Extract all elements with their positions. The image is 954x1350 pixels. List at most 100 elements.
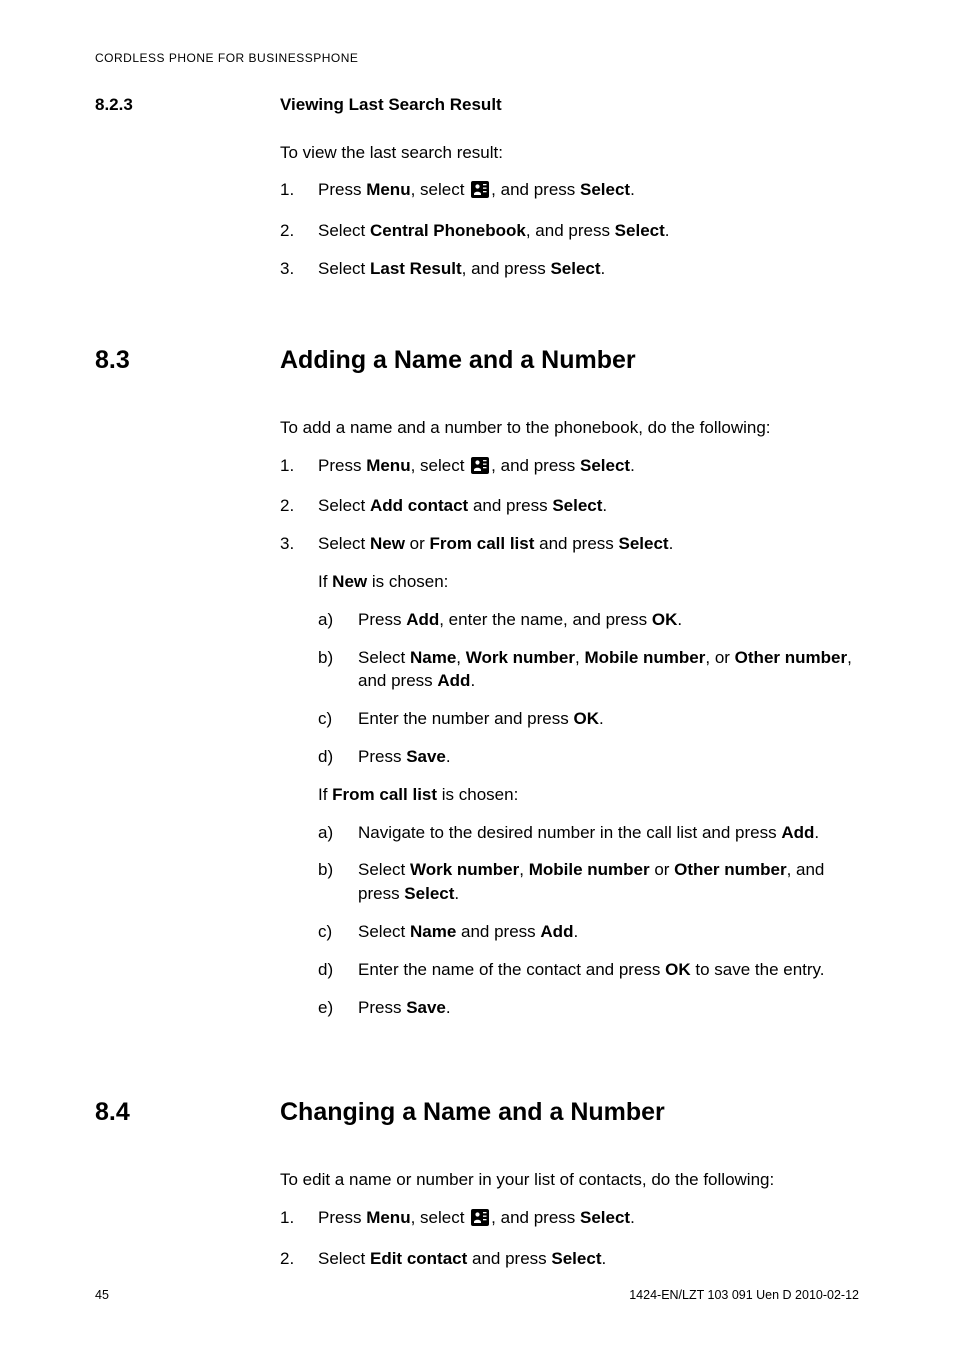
section-title: Changing a Name and a Number: [280, 1098, 665, 1126]
text-bold: Select: [580, 180, 630, 199]
list-item: 1. Press Menu, select , and press Select…: [280, 178, 859, 205]
text-bold: New: [370, 534, 405, 553]
list-marker: b): [318, 646, 358, 670]
text-fragment: , and press: [491, 456, 580, 475]
text-bold: Add contact: [370, 496, 468, 515]
list-item: 1. Press Menu, select , and press Select…: [280, 1206, 859, 1233]
text-bold: Central Phonebook: [370, 221, 526, 240]
text-bold: New: [332, 572, 367, 591]
text-bold: Edit contact: [370, 1249, 467, 1268]
text-fragment: .: [814, 823, 819, 842]
text-fragment: Select: [358, 648, 410, 667]
text-fragment: , enter the name, and press: [439, 610, 652, 629]
text-fragment: or: [650, 860, 675, 879]
text-fragment: , select: [411, 180, 470, 199]
text-bold: Select: [551, 1249, 601, 1268]
list-marker: b): [318, 858, 358, 882]
text-fragment: .: [446, 998, 451, 1017]
text-fragment: Press: [358, 610, 406, 629]
text-fragment: .: [602, 496, 607, 515]
text-fragment: .: [665, 221, 670, 240]
text-fragment: or: [405, 534, 430, 553]
list-item-body: Press Save.: [358, 745, 859, 769]
text-fragment: .: [630, 180, 635, 199]
list-item-body: Press Menu, select , and press Select.: [318, 454, 859, 481]
section-8-3-heading: 8.3 Adding a Name and a Number: [95, 343, 859, 378]
list-item-body: Navigate to the desired number in the ca…: [358, 821, 859, 845]
text-fragment: .: [630, 456, 635, 475]
text-fragment: , or: [705, 648, 734, 667]
text-fragment: Enter the number and press: [358, 709, 573, 728]
alpha-list: a) Navigate to the desired number in the…: [318, 821, 859, 1020]
text-fragment: Enter the name of the contact and press: [358, 960, 665, 979]
text-bold: Select: [619, 534, 669, 553]
text-fragment: Select: [358, 922, 410, 941]
list-marker: 1.: [280, 454, 318, 478]
list-item-body: Select Central Phonebook, and press Sele…: [318, 219, 859, 243]
list-item: a) Navigate to the desired number in the…: [318, 821, 859, 845]
list-item: b) Select Name, Work number, Mobile numb…: [318, 646, 859, 694]
list-item: c) Select Name and press Add.: [318, 920, 859, 944]
ordered-list: 1. Press Menu, select , and press Select…: [280, 178, 859, 280]
text-fragment: Select: [358, 860, 410, 879]
text-bold: Select: [580, 1208, 630, 1227]
alpha-list: a) Press Add, enter the name, and press …: [318, 608, 859, 769]
list-item-body: Press Add, enter the name, and press OK.: [358, 608, 859, 632]
list-item: c) Enter the number and press OK.: [318, 707, 859, 731]
contacts-icon: [471, 457, 489, 481]
text-fragment: ,: [519, 860, 528, 879]
contacts-icon: [471, 1209, 489, 1233]
list-item-body: Enter the name of the contact and press …: [358, 958, 859, 982]
text-fragment: Press: [358, 747, 406, 766]
text-fragment: Press: [318, 456, 366, 475]
running-header: CORDLESS PHONE FOR BUSINESSPHONE: [95, 50, 859, 67]
text-bold: Name: [410, 648, 456, 667]
text-bold: Mobile number: [529, 860, 650, 879]
text-fragment: Select: [318, 1249, 370, 1268]
section-title: Adding a Name and a Number: [280, 346, 636, 374]
intro-text: To add a name and a number to the phoneb…: [280, 416, 859, 440]
list-item: 2. Select Add contact and press Select.: [280, 494, 859, 518]
section-8-4-heading: 8.4 Changing a Name and a Number: [95, 1095, 859, 1130]
text-bold: Save: [406, 998, 446, 1017]
section-number: 8.2.3: [95, 95, 133, 114]
text-bold: OK: [665, 960, 691, 979]
list-marker: 2.: [280, 494, 318, 518]
list-item: a) Press Add, enter the name, and press …: [318, 608, 859, 632]
intro-text: To edit a name or number in your list of…: [280, 1168, 859, 1192]
list-item-body: Select Edit contact and press Select.: [318, 1247, 859, 1271]
text-bold: Menu: [366, 456, 410, 475]
text-bold: Name: [410, 922, 456, 941]
list-item: 3. Select Last Result, and press Select.: [280, 257, 859, 281]
text-fragment: and press: [467, 1249, 551, 1268]
text-fragment: and press: [534, 534, 618, 553]
text-bold: Other number: [735, 648, 847, 667]
list-item: 2. Select Edit contact and press Select.: [280, 1247, 859, 1271]
list-item: 1. Press Menu, select , and press Select…: [280, 454, 859, 481]
ordered-list: 1. Press Menu, select , and press Select…: [280, 454, 859, 1034]
list-marker: a): [318, 821, 358, 845]
text-fragment: Select: [318, 496, 370, 515]
list-marker: 3.: [280, 257, 318, 281]
section-8-2-3-heading: 8.2.3 Viewing Last Search Result: [95, 93, 859, 117]
page-footer: 45 1424-EN/LZT 103 091 Uen D 2010-02-12: [95, 1287, 859, 1305]
text-fragment: , and press: [462, 259, 551, 278]
text-fragment: .: [669, 534, 674, 553]
text-fragment: ,: [456, 648, 465, 667]
text-fragment: Select: [318, 534, 370, 553]
list-marker: 2.: [280, 1247, 318, 1271]
text-fragment: Select: [318, 259, 370, 278]
text-fragment: is chosen:: [367, 572, 448, 591]
text-fragment: .: [454, 884, 459, 903]
list-marker: d): [318, 958, 358, 982]
text-fragment: .: [573, 922, 578, 941]
list-item: e) Press Save.: [318, 996, 859, 1020]
list-item-body: Select Name and press Add.: [358, 920, 859, 944]
list-marker: c): [318, 707, 358, 731]
text-bold: Add: [781, 823, 814, 842]
contacts-icon: [471, 181, 489, 205]
text-bold: Add: [406, 610, 439, 629]
text-bold: From call list: [430, 534, 535, 553]
text-fragment: If: [318, 785, 332, 804]
page-number: 45: [95, 1287, 109, 1305]
